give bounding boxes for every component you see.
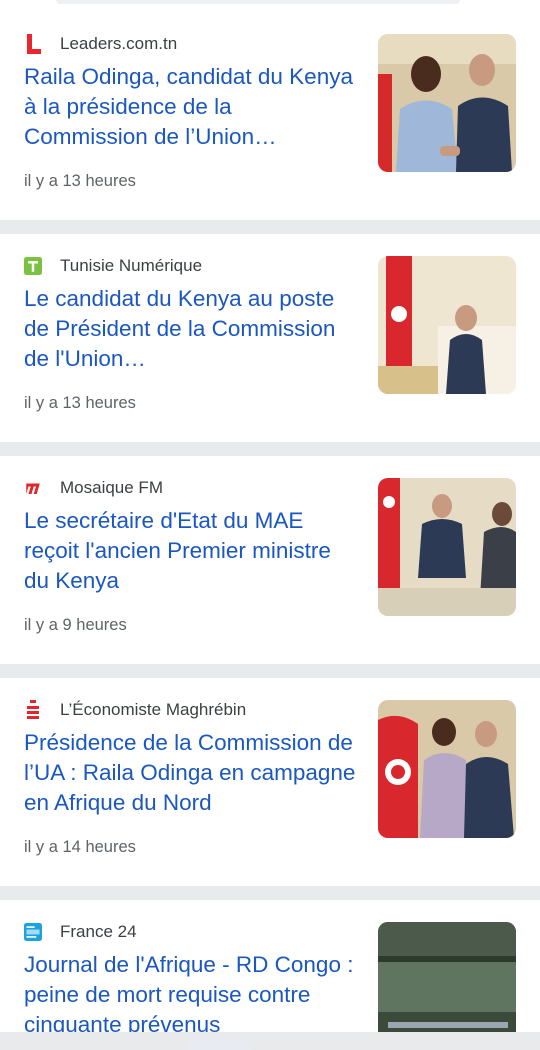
- news-card-3[interactable]: Mosaique FM Le secrétaire d'Etat du MAE …: [0, 456, 540, 664]
- source-name: Leaders.com.tn: [60, 34, 178, 53]
- mosaique-m-logo-icon: [24, 479, 42, 497]
- source-row[interactable]: Mosaique FM: [24, 476, 163, 500]
- article-thumbnail[interactable]: [378, 256, 516, 394]
- news-card-4[interactable]: L’Économiste Maghrébin Présidence de la …: [0, 678, 540, 886]
- source-name: L’Économiste Maghrébin: [60, 700, 247, 719]
- france24-logo-icon: [24, 923, 42, 941]
- article-time: il y a 13 heures: [24, 172, 136, 190]
- article-thumbnail[interactable]: [378, 34, 516, 172]
- scroll-handle: [56, 0, 460, 4]
- article-headline[interactable]: Raila Odinga, candidat du Kenya à la pré…: [24, 62, 360, 152]
- news-card-1[interactable]: Leaders.com.tn Raila Odinga, candidat du…: [0, 12, 540, 220]
- article-thumbnail[interactable]: [378, 700, 516, 838]
- article-time: il y a 14 heures: [24, 838, 136, 856]
- source-row[interactable]: Tunisie Numérique: [24, 254, 202, 278]
- article-headline[interactable]: Présidence de la Commission de l’UA : Ra…: [24, 728, 360, 818]
- article-thumbnail[interactable]: [378, 478, 516, 616]
- source-row[interactable]: Leaders.com.tn: [24, 32, 177, 56]
- source-name: Tunisie Numérique: [60, 256, 203, 275]
- article-headline[interactable]: Journal de l'Afrique - RD Congo : peine …: [24, 950, 360, 1032]
- article-time: il y a 13 heures: [24, 394, 136, 412]
- previous-card-edge: [0, 0, 540, 12]
- tunisie-numerique-t-logo-icon: [24, 257, 42, 275]
- article-time: il y a 9 heures: [24, 616, 127, 634]
- article-thumbnail[interactable]: [378, 922, 516, 1032]
- news-card-5[interactable]: France 24 Journal de l'Afrique - RD Cong…: [0, 900, 540, 1032]
- source-name: France 24: [60, 922, 137, 941]
- source-name: Mosaique FM: [60, 478, 163, 497]
- article-headline[interactable]: Le secrétaire d'Etat du MAE reçoit l'anc…: [24, 506, 360, 596]
- news-card-2[interactable]: Tunisie Numérique Le candidat du Kenya a…: [0, 234, 540, 442]
- article-headline[interactable]: Le candidat du Kenya au poste de Préside…: [24, 284, 360, 374]
- economiste-logo-icon: [24, 700, 42, 719]
- source-row[interactable]: France 24: [24, 920, 137, 944]
- source-row[interactable]: L’Économiste Maghrébin: [24, 698, 246, 722]
- leaders-l-logo-icon: [24, 34, 42, 54]
- bottom-pill: [186, 1038, 250, 1050]
